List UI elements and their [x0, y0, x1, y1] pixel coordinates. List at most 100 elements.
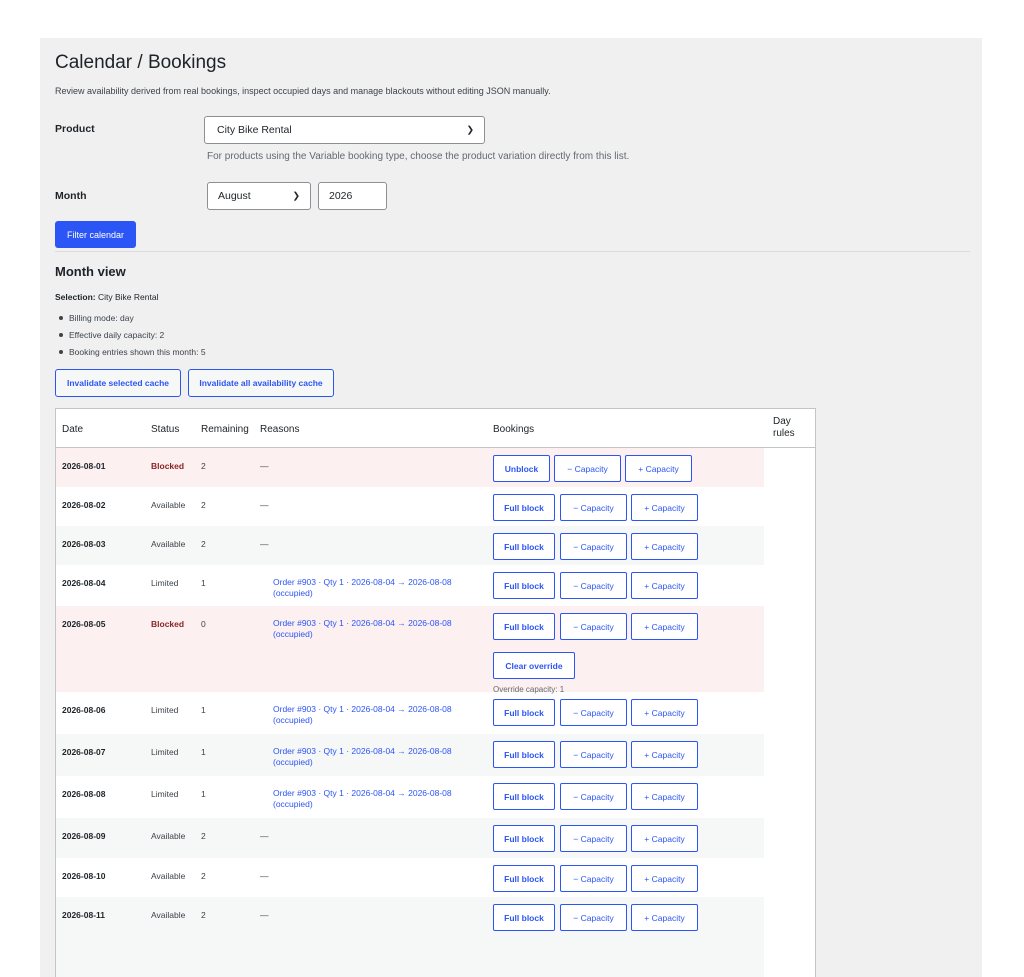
date-cell: 2026-08-01: [62, 461, 106, 471]
chevron-down-icon: ❯: [292, 190, 300, 201]
table-row: 2026-08-07 Limited 1 Order #903 · Qty 1 …: [56, 734, 764, 776]
decrease-capacity-button[interactable]: − Capacity: [560, 533, 627, 560]
full-block-button[interactable]: Full block: [493, 533, 555, 560]
decrease-capacity-button[interactable]: − Capacity: [560, 572, 627, 599]
date-cell: 2026-08-05: [62, 619, 106, 629]
column-header-bookings: Bookings: [493, 424, 535, 435]
month-view-heading: Month view: [55, 264, 126, 279]
status-cell: Blocked: [151, 461, 185, 471]
order-link[interactable]: Order #903 · Qty 1 · 2026-08-04 → 2026-0…: [273, 577, 473, 599]
selection-label: Selection:: [55, 292, 96, 302]
decrease-capacity-button[interactable]: − Capacity: [560, 783, 627, 810]
remaining-cell: 1: [201, 705, 206, 715]
date-cell: 2026-08-09: [62, 831, 106, 841]
product-hint: For products using the Variable booking …: [207, 151, 630, 162]
increase-capacity-button[interactable]: + Capacity: [631, 494, 698, 521]
order-link[interactable]: Order #903 · Qty 1 · 2026-08-04 → 2026-0…: [273, 704, 473, 726]
table-row: 2026-08-11 Available 2 — Full block − Ca…: [56, 897, 764, 977]
reason-cell: —: [260, 871, 269, 881]
list-item: Billing mode: day: [55, 313, 134, 323]
full-block-button[interactable]: Full block: [493, 699, 555, 726]
unblock-button[interactable]: Unblock: [493, 455, 550, 482]
status-cell: Blocked: [151, 619, 185, 629]
decrease-capacity-button[interactable]: − Capacity: [560, 613, 627, 640]
selection-value: City Bike Rental: [98, 292, 159, 302]
remaining-cell: 1: [201, 747, 206, 757]
reason-cell: —: [260, 831, 269, 841]
full-block-button[interactable]: Full block: [493, 783, 555, 810]
increase-capacity-button[interactable]: + Capacity: [631, 783, 698, 810]
decrease-capacity-button[interactable]: − Capacity: [554, 455, 621, 482]
bookings-table: Date Status Remaining Reasons Bookings D…: [55, 408, 816, 977]
filter-calendar-button[interactable]: Filter calendar: [55, 221, 136, 248]
remaining-cell: 2: [201, 500, 206, 510]
order-link[interactable]: Order #903 · Qty 1 · 2026-08-04 → 2026-0…: [273, 618, 473, 640]
status-cell: Available: [151, 831, 186, 841]
page-description: Review availability derived from real bo…: [55, 86, 551, 96]
month-select[interactable]: August ❯: [207, 182, 311, 210]
increase-capacity-button[interactable]: + Capacity: [631, 741, 698, 768]
product-label: Product: [55, 123, 95, 135]
page-title: Calendar / Bookings: [55, 52, 227, 73]
table-row: 2026-08-06 Limited 1 Order #903 · Qty 1 …: [56, 692, 764, 734]
remaining-cell: 2: [201, 539, 206, 549]
column-header-reasons: Reasons: [260, 424, 300, 435]
column-header-status: Status: [151, 424, 180, 435]
reason-cell: —: [260, 461, 269, 471]
increase-capacity-button[interactable]: + Capacity: [631, 613, 698, 640]
order-link[interactable]: Order #903 · Qty 1 · 2026-08-04 → 2026-0…: [273, 788, 473, 810]
status-cell: Limited: [151, 747, 179, 757]
status-cell: Available: [151, 539, 186, 549]
order-link[interactable]: Order #903 · Qty 1 · 2026-08-04 → 2026-0…: [273, 746, 473, 768]
invalidate-all-cache-button[interactable]: Invalidate all availability cache: [188, 369, 334, 397]
table-row: 2026-08-10 Available 2 — Full block − Ca…: [56, 858, 764, 897]
table-row: 2026-08-08 Limited 1 Order #903 · Qty 1 …: [56, 776, 764, 818]
status-cell: Available: [151, 871, 186, 881]
reason-cell: —: [260, 539, 269, 549]
increase-capacity-button[interactable]: + Capacity: [631, 904, 698, 931]
decrease-capacity-button[interactable]: − Capacity: [560, 904, 627, 931]
decrease-capacity-button[interactable]: − Capacity: [560, 699, 627, 726]
status-cell: Available: [151, 500, 186, 510]
remaining-cell: 0: [201, 619, 206, 629]
status-cell: Limited: [151, 705, 179, 715]
increase-capacity-button[interactable]: + Capacity: [631, 865, 698, 892]
date-cell: 2026-08-07: [62, 747, 106, 757]
column-header-date: Date: [62, 424, 84, 435]
full-block-button[interactable]: Full block: [493, 613, 555, 640]
increase-capacity-button[interactable]: + Capacity: [631, 825, 698, 852]
reason-cell: —: [260, 910, 269, 920]
date-cell: 2026-08-11: [62, 910, 106, 920]
remaining-cell: 1: [201, 578, 206, 588]
full-block-button[interactable]: Full block: [493, 494, 555, 521]
year-input[interactable]: 2026: [318, 182, 387, 210]
decrease-capacity-button[interactable]: − Capacity: [560, 494, 627, 521]
status-cell: Limited: [151, 578, 179, 588]
date-cell: 2026-08-08: [62, 789, 106, 799]
increase-capacity-button[interactable]: + Capacity: [631, 533, 698, 560]
remaining-cell: 2: [201, 831, 206, 841]
table-row: 2026-08-09 Available 2 — Full block − Ca…: [56, 818, 764, 858]
full-block-button[interactable]: Full block: [493, 741, 555, 768]
list-item: Effective daily capacity: 2: [55, 330, 164, 340]
date-cell: 2026-08-03: [62, 539, 106, 549]
table-row: 2026-08-05 Blocked 0 Order #903 · Qty 1 …: [56, 606, 764, 694]
increase-capacity-button[interactable]: + Capacity: [631, 572, 698, 599]
decrease-capacity-button[interactable]: − Capacity: [560, 741, 627, 768]
date-cell: 2026-08-04: [62, 578, 106, 588]
invalidate-selected-cache-button[interactable]: Invalidate selected cache: [55, 369, 181, 397]
table-row: 2026-08-03 Available 2 — Full block − Ca…: [56, 526, 764, 565]
full-block-button[interactable]: Full block: [493, 865, 555, 892]
product-select[interactable]: City Bike Rental ❯: [204, 116, 485, 144]
full-block-button[interactable]: Full block: [493, 825, 555, 852]
decrease-capacity-button[interactable]: − Capacity: [560, 825, 627, 852]
clear-override-button[interactable]: Clear override: [493, 652, 575, 679]
full-block-button[interactable]: Full block: [493, 572, 555, 599]
increase-capacity-button[interactable]: + Capacity: [625, 455, 692, 482]
column-header-remaining: Remaining: [201, 424, 249, 435]
column-header-day-rules: Day rules: [773, 416, 795, 439]
decrease-capacity-button[interactable]: − Capacity: [560, 865, 627, 892]
increase-capacity-button[interactable]: + Capacity: [631, 699, 698, 726]
table-row: 2026-08-01 Blocked 2 — Unblock − Capacit…: [56, 448, 764, 487]
full-block-button[interactable]: Full block: [493, 904, 555, 931]
